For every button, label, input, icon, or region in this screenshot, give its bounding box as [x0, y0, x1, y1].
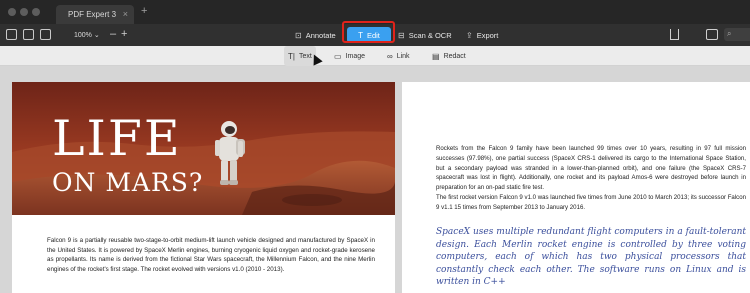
- cover-headline[interactable]: LIFE: [52, 114, 182, 163]
- document-tab-title: PDF Expert 3: [68, 10, 117, 19]
- page-thumbnails-icon[interactable]: [23, 29, 34, 40]
- scan-ocr-label: Scan & OCR: [408, 30, 452, 40]
- image-tool-button[interactable]: ▭ Image: [330, 46, 369, 66]
- export-icon: ⇪: [466, 30, 473, 40]
- redact-tool-button[interactable]: ▤ Redact: [428, 46, 470, 66]
- scan-ocr-button[interactable]: ⊟ Scan & OCR: [392, 24, 458, 46]
- image-tool-label: Image: [345, 52, 366, 60]
- share-icon[interactable]: [670, 29, 679, 40]
- text-tool-icon: T|: [288, 51, 295, 61]
- link-icon: ∞: [387, 51, 393, 61]
- export-button[interactable]: ⇪ Export: [460, 24, 504, 46]
- right-paragraph-1[interactable]: Rockets from the Falcon 9 family have be…: [436, 144, 746, 193]
- export-label: Export: [476, 30, 499, 40]
- handwritten-text-block[interactable]: SpaceX uses multiple redundant flight co…: [436, 226, 746, 289]
- link-tool-button[interactable]: ∞ Link: [383, 46, 414, 66]
- edit-highlight-annotation: [342, 21, 395, 43]
- document-tab[interactable]: PDF Expert 3 ×: [56, 5, 134, 24]
- pdf-page-right[interactable]: Rockets from the Falcon 9 family have be…: [402, 82, 750, 293]
- scan-icon: ⊟: [398, 30, 405, 40]
- grid-view-icon[interactable]: [40, 29, 51, 40]
- edit-toolbar: T| Text ▭ Image ∞ Link ▤ Redact: [0, 46, 750, 66]
- zoom-level[interactable]: 100% ⌄: [74, 31, 100, 39]
- minimize-window-button[interactable]: [20, 8, 28, 16]
- sidebar-toggle-icon[interactable]: [6, 29, 17, 40]
- right-page-body-text[interactable]: Rockets from the Falcon 9 family have be…: [436, 144, 746, 213]
- chevron-down-icon: ⌄: [93, 32, 100, 39]
- close-tab-icon[interactable]: ×: [123, 9, 128, 19]
- annotate-button[interactable]: ⊡ Annotate: [289, 24, 342, 46]
- right-sidebar-icon[interactable]: [706, 29, 718, 40]
- image-icon: ▭: [334, 51, 342, 61]
- redact-icon: ▤: [432, 51, 440, 61]
- annotate-label: Annotate: [305, 30, 336, 40]
- search-icon: ⌕: [727, 29, 732, 38]
- zoom-value: 100%: [74, 32, 92, 39]
- mars-cover-image[interactable]: LIFE ON MARS?: [12, 82, 395, 215]
- document-canvas[interactable]: LIFE ON MARS? Falcon 9 is a partially re…: [0, 66, 750, 293]
- pdf-page-left[interactable]: LIFE ON MARS? Falcon 9 is a partially re…: [12, 82, 395, 293]
- right-paragraph-2[interactable]: The first rocket version Falcon 9 v1.0 w…: [436, 193, 746, 213]
- close-window-button[interactable]: [8, 8, 16, 16]
- zoom-out-button[interactable]: –: [110, 28, 116, 40]
- link-tool-label: Link: [396, 52, 410, 60]
- redact-tool-label: Redact: [443, 52, 466, 60]
- zoom-in-button[interactable]: +: [121, 28, 127, 40]
- search-input[interactable]: ⌕: [724, 28, 750, 41]
- zoom-window-button[interactable]: [32, 8, 40, 16]
- cover-subheadline[interactable]: ON MARS?: [52, 170, 203, 195]
- left-page-body-text[interactable]: Falcon 9 is a partially reusable two-sta…: [47, 236, 375, 275]
- annotate-icon: ⊡: [295, 30, 302, 40]
- new-tab-button[interactable]: +: [141, 5, 147, 17]
